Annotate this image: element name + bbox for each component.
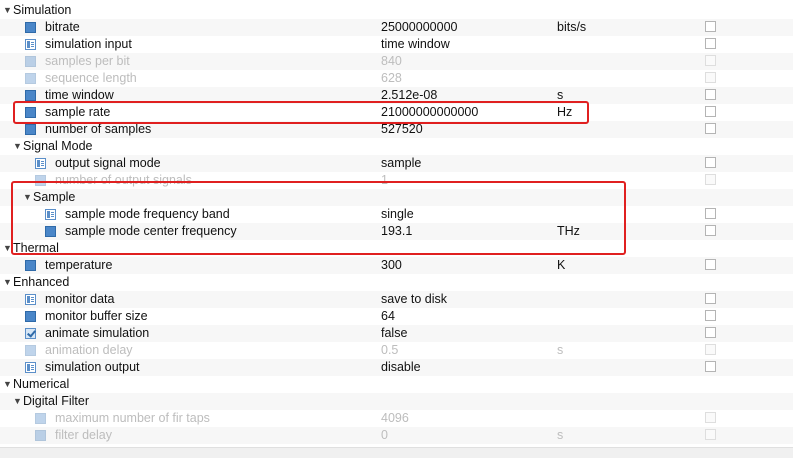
param-row-filter-delay[interactable]: filter delay 0 s bbox=[0, 427, 793, 444]
param-label: animate simulation bbox=[45, 326, 150, 340]
param-value: 628 bbox=[381, 71, 402, 85]
highlight-sample-group bbox=[11, 181, 626, 255]
list-icon bbox=[35, 158, 46, 169]
param-value[interactable]: time window bbox=[381, 36, 450, 53]
param-value[interactable]: 64 bbox=[381, 308, 395, 325]
param-icon bbox=[25, 124, 36, 135]
row-checkbox[interactable] bbox=[705, 361, 716, 372]
param-row-simulation-input[interactable]: simulation input time window bbox=[0, 36, 793, 53]
param-icon bbox=[35, 413, 46, 424]
row-checkbox[interactable] bbox=[705, 123, 716, 134]
group-label: Digital Filter bbox=[23, 394, 89, 408]
param-label: samples per bit bbox=[45, 54, 130, 68]
param-label: simulation output bbox=[45, 360, 140, 374]
param-label: bitrate bbox=[45, 20, 80, 34]
param-icon bbox=[25, 311, 36, 322]
param-row-output-signal-mode[interactable]: output signal mode sample bbox=[0, 155, 793, 172]
row-checkbox[interactable] bbox=[705, 293, 716, 304]
expand-arrow-icon[interactable]: ▼ bbox=[3, 274, 12, 291]
row-checkbox[interactable] bbox=[705, 38, 716, 49]
param-value[interactable]: save to disk bbox=[381, 291, 447, 308]
list-icon bbox=[25, 362, 36, 373]
param-row-bitrate[interactable]: bitrate 25000000000 bits/s bbox=[0, 19, 793, 36]
expand-arrow-icon[interactable]: ▼ bbox=[13, 138, 22, 155]
list-icon bbox=[25, 39, 36, 50]
param-unit: s bbox=[557, 428, 564, 442]
group-label: Numerical bbox=[13, 377, 70, 391]
param-value[interactable]: 300 bbox=[381, 257, 402, 274]
param-value: 0 bbox=[381, 428, 388, 442]
list-icon bbox=[25, 294, 36, 305]
param-unit: bits/s bbox=[557, 20, 587, 34]
row-checkbox[interactable] bbox=[705, 327, 716, 338]
param-icon bbox=[25, 260, 36, 271]
row-checkbox[interactable] bbox=[705, 157, 716, 168]
param-value[interactable]: sample bbox=[381, 155, 421, 172]
horizontal-scrollbar[interactable] bbox=[0, 447, 793, 458]
param-row-animation-delay[interactable]: animation delay 0.5 s bbox=[0, 342, 793, 359]
param-value: 0.5 bbox=[381, 343, 399, 357]
param-icon bbox=[25, 73, 36, 84]
param-row-temperature[interactable]: temperature 300 K bbox=[0, 257, 793, 274]
param-icon bbox=[25, 22, 36, 33]
row-checkbox[interactable] bbox=[705, 106, 716, 117]
expand-arrow-icon[interactable]: ▼ bbox=[3, 376, 12, 393]
param-row-sequence-length[interactable]: sequence length 628 bbox=[0, 70, 793, 87]
param-unit: s bbox=[557, 343, 564, 357]
param-row-samples-per-bit[interactable]: samples per bit 840 bbox=[0, 53, 793, 70]
row-checkbox bbox=[705, 174, 716, 185]
param-label: simulation input bbox=[45, 37, 132, 51]
row-checkbox bbox=[705, 429, 716, 440]
group-row-simulation[interactable]: ▼ Simulation bbox=[0, 2, 793, 19]
row-checkbox[interactable] bbox=[705, 208, 716, 219]
row-checkbox[interactable] bbox=[705, 225, 716, 236]
param-label: monitor data bbox=[45, 292, 115, 306]
param-row-simulation-output[interactable]: simulation output disable bbox=[0, 359, 793, 376]
group-row-enhanced[interactable]: ▼ Enhanced bbox=[0, 274, 793, 291]
param-row-monitor-data[interactable]: monitor data save to disk bbox=[0, 291, 793, 308]
param-icon bbox=[25, 56, 36, 67]
param-value[interactable]: 25000000000 bbox=[381, 19, 457, 36]
row-checkbox bbox=[705, 344, 716, 355]
expand-arrow-icon[interactable]: ▼ bbox=[3, 2, 12, 19]
param-label: maximum number of fir taps bbox=[55, 411, 210, 425]
param-label: filter delay bbox=[55, 428, 112, 442]
row-checkbox bbox=[705, 72, 716, 83]
group-row-numerical[interactable]: ▼ Numerical bbox=[0, 376, 793, 393]
param-icon bbox=[25, 90, 36, 101]
param-value[interactable]: false bbox=[381, 325, 407, 342]
checkbox-icon bbox=[25, 328, 36, 339]
param-label: animation delay bbox=[45, 343, 133, 357]
param-value: 4096 bbox=[381, 411, 409, 425]
param-label: output signal mode bbox=[55, 156, 161, 170]
param-icon bbox=[25, 345, 36, 356]
row-checkbox[interactable] bbox=[705, 310, 716, 321]
param-row-animate-simulation[interactable]: animate simulation false bbox=[0, 325, 793, 342]
row-checkbox[interactable] bbox=[705, 89, 716, 100]
param-label: monitor buffer size bbox=[45, 309, 148, 323]
param-label: sequence length bbox=[45, 71, 137, 85]
param-row-monitor-buffer-size[interactable]: monitor buffer size 64 bbox=[0, 308, 793, 325]
group-row-signal-mode[interactable]: ▼ Signal Mode bbox=[0, 138, 793, 155]
expand-arrow-icon[interactable]: ▼ bbox=[13, 393, 22, 410]
group-label: Enhanced bbox=[13, 275, 70, 289]
param-row-maximum-number-of-fir-taps[interactable]: maximum number of fir taps 4096 bbox=[0, 410, 793, 427]
row-checkbox[interactable] bbox=[705, 21, 716, 32]
highlight-sample-rate bbox=[13, 101, 589, 124]
row-checkbox bbox=[705, 55, 716, 66]
group-label: Simulation bbox=[13, 3, 72, 17]
row-checkbox bbox=[705, 412, 716, 423]
param-value[interactable]: disable bbox=[381, 359, 421, 376]
row-checkbox[interactable] bbox=[705, 259, 716, 270]
param-unit: K bbox=[557, 258, 566, 272]
param-value: 840 bbox=[381, 54, 402, 68]
param-icon bbox=[35, 430, 46, 441]
group-label: Signal Mode bbox=[23, 139, 93, 153]
param-label: temperature bbox=[45, 258, 113, 272]
group-row-digital-filter[interactable]: ▼ Digital Filter bbox=[0, 393, 793, 410]
